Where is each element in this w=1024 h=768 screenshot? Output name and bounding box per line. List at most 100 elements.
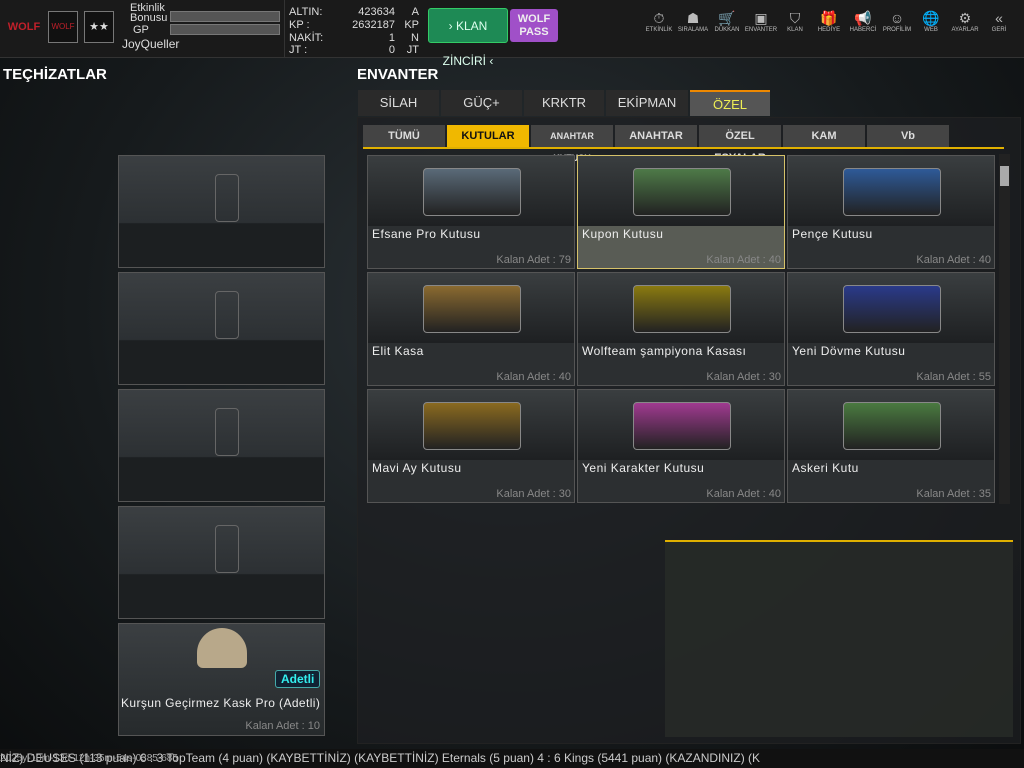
box-icon	[578, 390, 784, 460]
etki̇nli̇k-icon: ⏱	[653, 10, 665, 26]
stat-nakit: NAKİT: 1 N	[289, 32, 419, 44]
box-icon	[578, 273, 784, 343]
subtab-2[interactable]: ANAHTAR KUTUSU	[531, 125, 613, 163]
nav-label: WEB	[924, 27, 938, 33]
scroll-thumb[interactable]	[1000, 166, 1009, 186]
envanter-icon: ▣	[754, 10, 768, 26]
stat-value: 423634	[358, 6, 395, 18]
box-icon	[788, 390, 994, 460]
box-icon	[578, 156, 784, 226]
subtab-4[interactable]: ÖZEL EŞYALAR	[699, 125, 781, 164]
nav-siralama[interactable]: ☗ SIRALAMA	[674, 10, 712, 33]
box-icon	[368, 390, 574, 460]
subtab-underline	[363, 147, 1004, 149]
inventory-item[interactable]: Efsane Pro Kutusu Kalan Adet : 79	[367, 155, 575, 269]
nav-label: HEDİYE	[817, 27, 841, 33]
nav-label: DÜKKAN	[714, 27, 740, 33]
subtab-5[interactable]: KAM	[783, 125, 865, 147]
box-shape	[843, 168, 941, 216]
item-count: Kalan Adet : 35	[916, 488, 991, 500]
nav-geri̇[interactable]: «GERİ	[980, 10, 1018, 33]
clan-badge-text: WOLF	[51, 22, 75, 31]
tab-4[interactable]: ÖZEL	[690, 90, 770, 116]
inventory-item[interactable]: Wolfteam şampiyona Kasası Kalan Adet : 30	[577, 272, 785, 386]
inventory-item[interactable]: Yeni Dövme Kutusu Kalan Adet : 55	[787, 272, 995, 386]
gp-bar	[170, 24, 280, 35]
rank-icon: ★★	[84, 11, 114, 43]
wolf-pass-button[interactable]: WOLF PASS	[510, 9, 558, 42]
box-icon	[368, 273, 574, 343]
subtab-1[interactable]: KUTULAR	[447, 125, 529, 147]
equipment-slot[interactable]	[118, 272, 325, 385]
rank-stars: ★★	[89, 21, 109, 33]
stat-unit: KP	[404, 19, 419, 31]
web-icon: 🌐	[922, 10, 940, 26]
adetli-badge: Adetli	[275, 670, 321, 688]
klan-zinciri-button[interactable]: › KLAN ZİNCİRİ ‹	[428, 8, 508, 68]
inventory-item[interactable]: Askeri Kutu Kalan Adet : 35	[787, 389, 995, 503]
event-bonus-bar	[170, 11, 280, 22]
equipment-slot-helmet[interactable]: Adetli Kurşun Geçirmez Kask Pro (Adetli)…	[118, 623, 325, 736]
nav-envanter[interactable]: ▣ ENVANTER	[742, 10, 780, 33]
item-name: Wolfteam şampiyona Kasası	[582, 344, 747, 358]
tab-0[interactable]: SİLAH	[358, 90, 439, 116]
nav-label: ETKİNLİK	[645, 27, 673, 33]
subtab-6[interactable]: Vb	[867, 125, 949, 147]
top-bar: WOLF WOLF ★★ Etkinlik Bonusu GP JoyQuell…	[0, 0, 1024, 68]
item-scrollbar[interactable]	[999, 154, 1010, 504]
nav-profi̇li̇m[interactable]: ☺ PROFİLİM	[878, 10, 916, 33]
box-shape	[423, 285, 521, 333]
item-name: Elit Kasa	[372, 344, 424, 358]
tab-1[interactable]: GÜÇ+	[441, 90, 522, 116]
stat-unit: N	[411, 32, 419, 44]
inventory-item[interactable]: Elit Kasa Kalan Adet : 40	[367, 272, 575, 386]
tab-2[interactable]: KRKTR	[524, 90, 604, 116]
nav-web[interactable]: 🌐 WEB	[912, 10, 950, 33]
box-icon	[368, 156, 574, 226]
subtab-0[interactable]: TÜMÜ	[363, 125, 445, 147]
inventory-item[interactable]: Kupon Kutusu Kalan Adet : 40	[577, 155, 785, 269]
stat-label: KP :	[289, 19, 310, 31]
spray-placeholder-icon	[215, 174, 239, 222]
ayarlar-icon: ⚙	[958, 10, 972, 26]
clan-badge[interactable]: WOLF	[48, 11, 78, 43]
inventory-item[interactable]: Mavi Ay Kutusu Kalan Adet : 30	[367, 389, 575, 503]
item-name: Pençe Kutusu	[792, 227, 873, 241]
item-count: Kalan Adet : 79	[496, 254, 571, 266]
equipment-slot[interactable]	[118, 506, 325, 619]
subtab-3[interactable]: ANAHTAR	[615, 125, 697, 147]
stat-label: NAKİT:	[289, 32, 324, 44]
box-shape	[843, 285, 941, 333]
logo-text: WOLF	[7, 21, 41, 33]
nav-klan[interactable]: ⛉ KLAN	[776, 10, 814, 33]
nav-label: HABERCİ	[849, 27, 877, 33]
nav-haberci̇[interactable]: 📢 HABERCİ	[844, 10, 882, 33]
nav-dükkan[interactable]: 🛒 DÜKKAN	[708, 10, 746, 33]
inventory-item[interactable]: Pençe Kutusu Kalan Adet : 40	[787, 155, 995, 269]
stat-label: JT :	[289, 44, 308, 56]
item-count: Kalan Adet : 55	[916, 371, 991, 383]
timestamp: 2025y-10m-13d-12h-35m-54s-0385-685	[0, 753, 178, 764]
inventory-item[interactable]: Yeni Karakter Kutusu Kalan Adet : 40	[577, 389, 785, 503]
nav-label: ENVANTER	[744, 27, 778, 33]
spray-placeholder-icon	[215, 408, 239, 456]
stat-unit: A	[411, 6, 419, 18]
inventory-title: ENVANTER	[357, 66, 439, 83]
box-shape	[633, 168, 731, 216]
hedi̇ye-icon: 🎁	[820, 10, 838, 26]
spray-placeholder-icon	[215, 291, 239, 339]
equipment-slot[interactable]	[118, 389, 325, 502]
box-shape	[633, 285, 731, 333]
event-bonus-label: Etkinlik Bonusu	[130, 2, 168, 24]
equipment-slot[interactable]	[118, 155, 325, 268]
box-shape	[843, 402, 941, 450]
item-count: Kalan Adet : 30	[496, 488, 571, 500]
nav-hedi̇ye[interactable]: 🎁 HEDİYE	[810, 10, 848, 33]
haberci̇-icon: 📢	[854, 10, 872, 26]
nav-ayarlar[interactable]: ⚙ AYARLAR	[946, 10, 984, 33]
helmet-name: Kurşun Geçirmez Kask Pro (Adetli)	[121, 696, 321, 710]
profi̇li̇m-icon: ☺	[889, 10, 905, 26]
klan-icon: ⛉	[789, 10, 801, 26]
nav-etki̇nli̇k[interactable]: ⏱ ETKİNLİK	[640, 10, 678, 33]
tab-3[interactable]: EKİPMAN	[606, 90, 688, 116]
